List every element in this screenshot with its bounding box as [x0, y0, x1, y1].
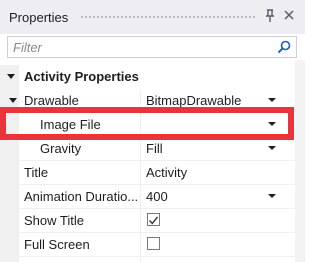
property-name: Full Screen: [24, 237, 90, 252]
property-value[interactable]: 400: [146, 189, 276, 204]
search-icon-glyph: [277, 40, 291, 54]
pin-icon-glyph: [266, 9, 274, 22]
property-name: Drawable: [24, 93, 79, 108]
close-icon-glyph: [284, 10, 294, 20]
close-icon[interactable]: [282, 9, 296, 25]
property-row-animation-duration[interactable]: Animation Duratio... 400: [0, 185, 295, 209]
property-value[interactable]: BitmapDrawable: [146, 93, 276, 108]
titlebar-grip[interactable]: [80, 15, 256, 20]
property-row-full-screen[interactable]: Full Screen: [0, 233, 295, 257]
property-value[interactable]: Fill: [146, 141, 276, 156]
full-screen-checkbox[interactable]: [147, 237, 160, 250]
filter-input[interactable]: [8, 37, 273, 57]
property-row-drawable[interactable]: Drawable BitmapDrawable: [0, 89, 295, 113]
property-row-title[interactable]: Title Activity: [0, 161, 295, 185]
expander-icon[interactable]: [9, 98, 17, 103]
property-row-image-file[interactable]: Image File: [0, 113, 295, 137]
dropdown-arrow-icon[interactable]: [268, 194, 276, 198]
property-name: Gravity: [40, 141, 82, 156]
search-icon[interactable]: [276, 39, 292, 55]
property-value[interactable]: Activity: [146, 165, 276, 180]
category-activity-properties[interactable]: Activity Properties: [0, 65, 295, 89]
pin-icon[interactable]: [263, 9, 277, 25]
property-name: Image File: [40, 117, 101, 132]
expander-icon[interactable]: [7, 74, 15, 79]
panel-title: Properties: [9, 10, 69, 25]
filter-box: [7, 36, 297, 58]
property-row-gravity[interactable]: Gravity Fill: [0, 137, 295, 161]
panel-titlebar: Properties: [0, 0, 305, 34]
dropdown-arrow-icon[interactable]: [268, 122, 276, 126]
vertical-scrollbar[interactable]: [295, 60, 305, 262]
show-title-checkbox[interactable]: [147, 213, 160, 226]
property-name: Animation Duratio...: [24, 189, 138, 204]
property-name: Title: [24, 165, 49, 180]
dropdown-arrow-icon[interactable]: [268, 146, 276, 150]
dropdown-arrow-icon[interactable]: [268, 98, 276, 102]
property-row-show-title[interactable]: Show Title: [0, 209, 295, 233]
checkmark-icon: [148, 216, 159, 225]
category-label: Activity Properties: [24, 69, 139, 84]
property-name: Show Title: [24, 213, 84, 228]
